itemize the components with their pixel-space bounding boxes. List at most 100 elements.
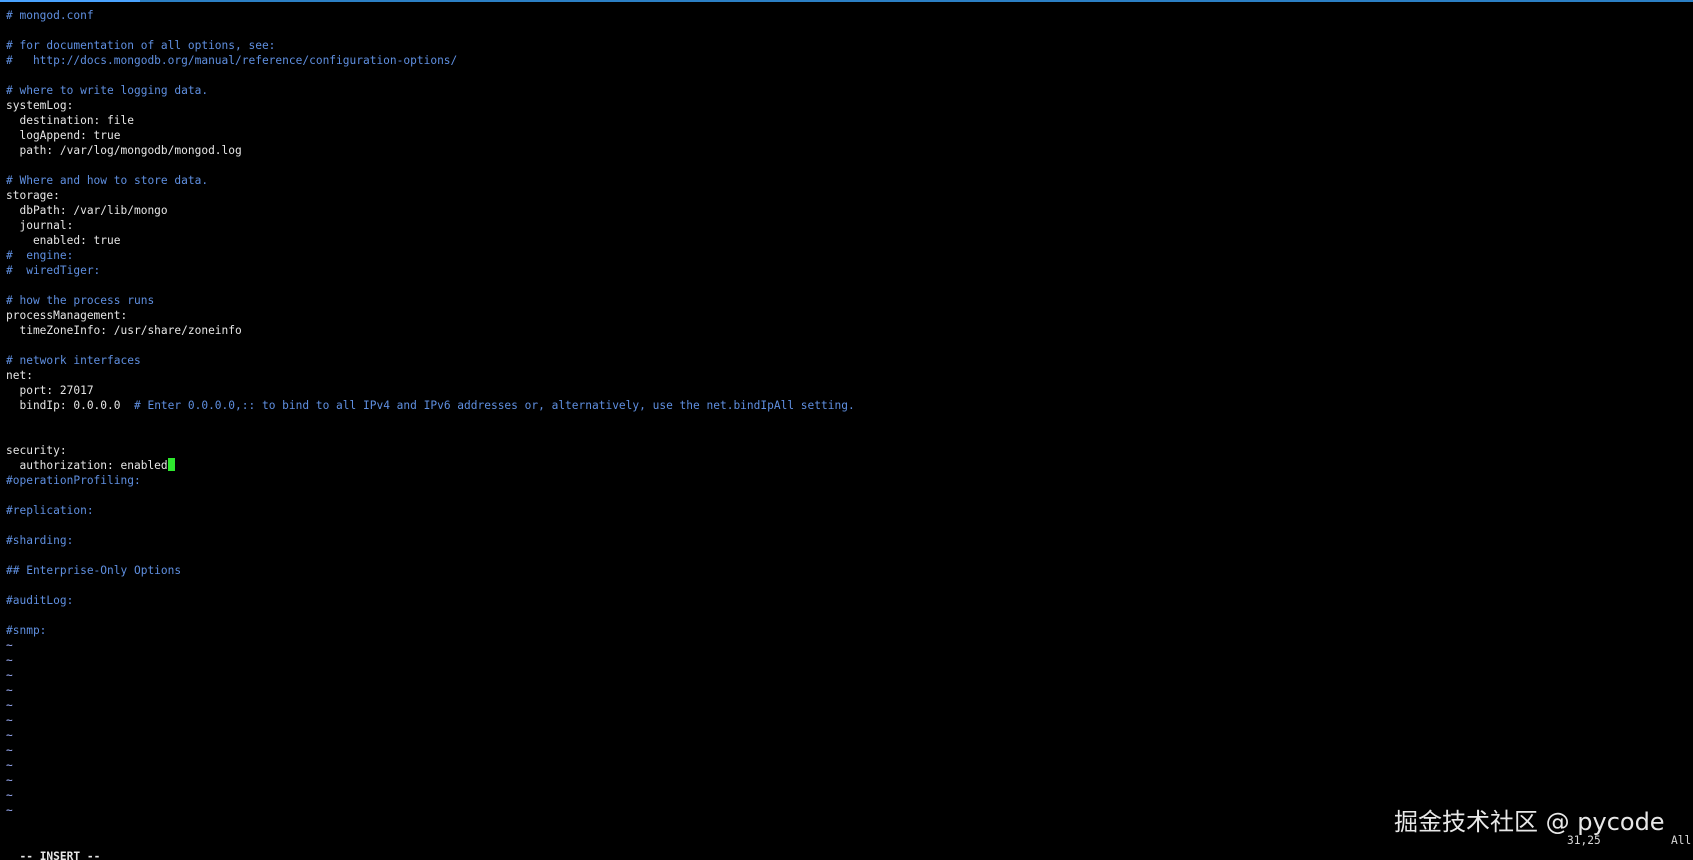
- line-text: path: /var/log/mongodb/mongod.log: [6, 144, 242, 157]
- comment-text: #snmp:: [6, 624, 47, 637]
- code-line[interactable]: # Where and how to store data.: [6, 173, 1686, 188]
- scroll-position: All: [1671, 834, 1692, 847]
- code-line[interactable]: [6, 488, 1686, 503]
- code-line[interactable]: #sharding:: [6, 533, 1686, 548]
- line-text: ~: [6, 744, 13, 757]
- line-text: dbPath: /var/lib/mongo: [6, 204, 168, 217]
- code-line[interactable]: [6, 23, 1686, 38]
- line-text: bindIp: 0.0.0.0: [6, 399, 134, 412]
- line-text: ~: [6, 714, 13, 727]
- code-line[interactable]: destination: file: [6, 113, 1686, 128]
- empty-line-marker[interactable]: ~: [6, 668, 1686, 683]
- code-line[interactable]: authorization: enabled: [6, 458, 1686, 473]
- empty-line-marker[interactable]: ~: [6, 773, 1686, 788]
- code-line[interactable]: security:: [6, 443, 1686, 458]
- line-text: ~: [6, 759, 13, 772]
- watermark: 掘金技术社区 @ pycode: [1394, 808, 1665, 836]
- mode-indicator: -- INSERT --: [19, 850, 101, 860]
- code-line[interactable]: processManagement:: [6, 308, 1686, 323]
- line-text: ~: [6, 684, 13, 697]
- comment-text: ## Enterprise-Only Options: [6, 564, 182, 577]
- line-text: ~: [6, 729, 13, 742]
- code-line[interactable]: # network interfaces: [6, 353, 1686, 368]
- comment-text: # for documentation of all options, see:: [6, 39, 276, 52]
- line-text: logAppend: true: [6, 129, 121, 142]
- comment-text: # where to write logging data.: [6, 84, 209, 97]
- code-line[interactable]: journal:: [6, 218, 1686, 233]
- line-text: ~: [6, 774, 13, 787]
- vim-editor-buffer[interactable]: # mongod.conf # for documentation of all …: [6, 8, 1686, 817]
- comment-text: # wiredTiger:: [6, 264, 101, 277]
- line-text: timeZoneInfo: /usr/share/zoneinfo: [6, 324, 242, 337]
- code-line[interactable]: ## Enterprise-Only Options: [6, 563, 1686, 578]
- empty-line-marker[interactable]: ~: [6, 743, 1686, 758]
- code-line[interactable]: # how the process runs: [6, 293, 1686, 308]
- code-line[interactable]: # engine:: [6, 248, 1686, 263]
- code-line[interactable]: [6, 548, 1686, 563]
- comment-text: # engine:: [6, 249, 74, 262]
- line-text: ~: [6, 804, 13, 817]
- line-text: ~: [6, 789, 13, 802]
- line-text: ~: [6, 669, 13, 682]
- comment-text: # mongod.conf: [6, 9, 94, 22]
- code-line[interactable]: bindIp: 0.0.0.0 # Enter 0.0.0.0,:: to bi…: [6, 398, 1686, 413]
- empty-line-marker[interactable]: ~: [6, 653, 1686, 668]
- empty-line-marker[interactable]: ~: [6, 728, 1686, 743]
- empty-line-marker[interactable]: ~: [6, 638, 1686, 653]
- comment-text: # Where and how to store data.: [6, 174, 209, 187]
- code-line[interactable]: [6, 428, 1686, 443]
- code-line[interactable]: [6, 338, 1686, 353]
- code-line[interactable]: #operationProfiling:: [6, 473, 1686, 488]
- code-line[interactable]: enabled: true: [6, 233, 1686, 248]
- comment-text: #sharding:: [6, 534, 74, 547]
- code-line[interactable]: port: 27017: [6, 383, 1686, 398]
- line-text: systemLog:: [6, 99, 74, 112]
- code-line[interactable]: # for documentation of all options, see:: [6, 38, 1686, 53]
- code-line[interactable]: [6, 158, 1686, 173]
- line-text: journal:: [6, 219, 74, 232]
- comment-text: # how the process runs: [6, 294, 155, 307]
- window-top-border: [0, 0, 1693, 2]
- line-text: ~: [6, 699, 13, 712]
- empty-line-marker[interactable]: ~: [6, 788, 1686, 803]
- comment-text: #operationProfiling:: [6, 474, 141, 487]
- code-line[interactable]: [6, 578, 1686, 593]
- line-text: port: 27017: [6, 384, 94, 397]
- line-text: ~: [6, 654, 13, 667]
- line-text: storage:: [6, 189, 60, 202]
- code-line[interactable]: # mongod.conf: [6, 8, 1686, 23]
- empty-line-marker[interactable]: ~: [6, 698, 1686, 713]
- code-line[interactable]: [6, 518, 1686, 533]
- empty-line-marker[interactable]: ~: [6, 758, 1686, 773]
- empty-line-marker[interactable]: ~: [6, 713, 1686, 728]
- code-line[interactable]: # where to write logging data.: [6, 83, 1686, 98]
- comment-text: #replication:: [6, 504, 94, 517]
- empty-line-marker[interactable]: ~: [6, 683, 1686, 698]
- code-line[interactable]: storage:: [6, 188, 1686, 203]
- text-cursor: [167, 458, 175, 471]
- code-line[interactable]: logAppend: true: [6, 128, 1686, 143]
- code-line[interactable]: #auditLog:: [6, 593, 1686, 608]
- line-text: security:: [6, 444, 67, 457]
- code-line[interactable]: timeZoneInfo: /usr/share/zoneinfo: [6, 323, 1686, 338]
- code-line[interactable]: [6, 278, 1686, 293]
- code-line[interactable]: systemLog:: [6, 98, 1686, 113]
- code-line[interactable]: dbPath: /var/lib/mongo: [6, 203, 1686, 218]
- code-line[interactable]: [6, 68, 1686, 83]
- comment-text: # http://docs.mongodb.org/manual/referen…: [6, 54, 458, 67]
- code-line[interactable]: #snmp:: [6, 623, 1686, 638]
- code-line[interactable]: net:: [6, 368, 1686, 383]
- line-text: ~: [6, 639, 13, 652]
- line-text: processManagement:: [6, 309, 128, 322]
- code-line[interactable]: # http://docs.mongodb.org/manual/referen…: [6, 53, 1686, 68]
- line-text: net:: [6, 369, 33, 382]
- line-text: authorization: enabled: [6, 459, 168, 472]
- code-line[interactable]: #replication:: [6, 503, 1686, 518]
- comment-text: # network interfaces: [6, 354, 141, 367]
- code-line[interactable]: path: /var/log/mongodb/mongod.log: [6, 143, 1686, 158]
- comment-text: #auditLog:: [6, 594, 74, 607]
- code-line[interactable]: [6, 608, 1686, 623]
- code-line[interactable]: [6, 413, 1686, 428]
- line-text: enabled: true: [6, 234, 121, 247]
- code-line[interactable]: # wiredTiger:: [6, 263, 1686, 278]
